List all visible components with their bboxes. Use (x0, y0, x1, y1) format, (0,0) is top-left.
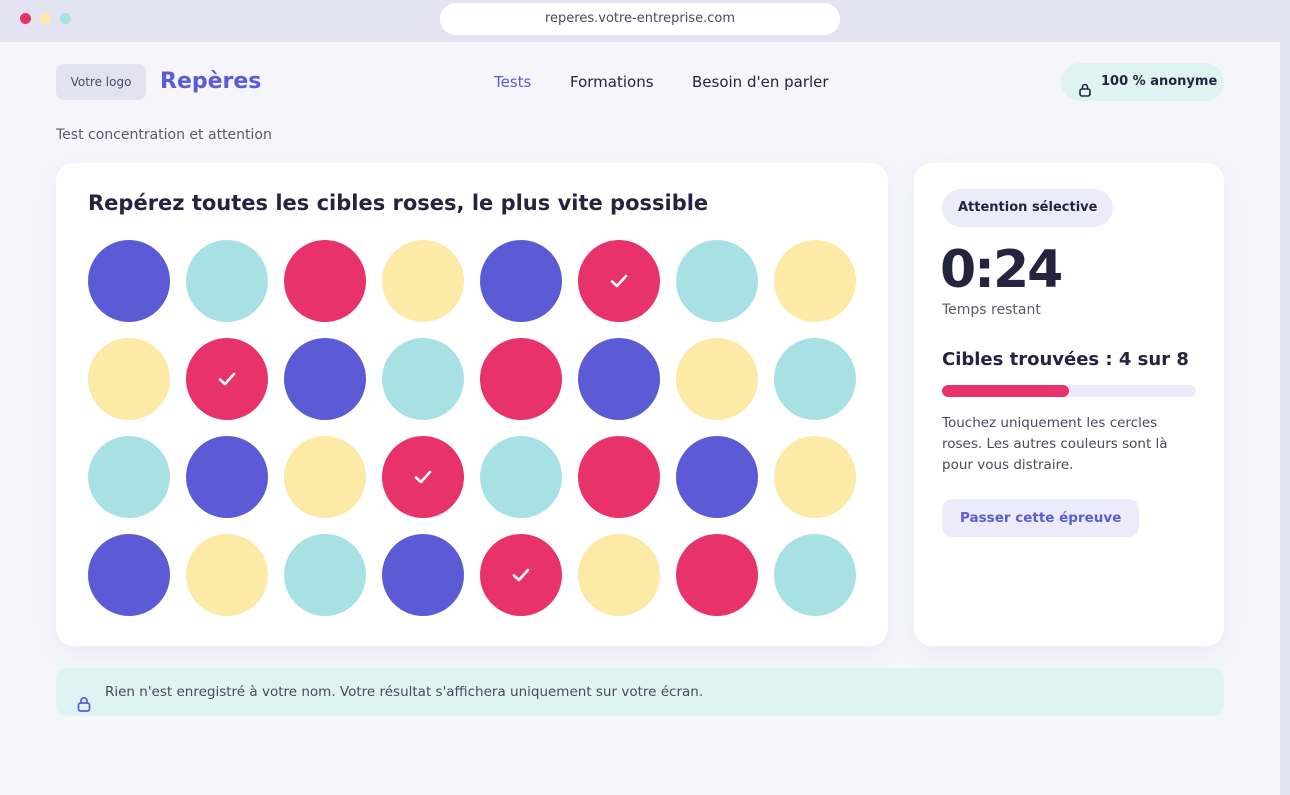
nav-formations[interactable]: Formations (570, 72, 654, 92)
progress-bar (942, 385, 1196, 397)
minimize-window-dot[interactable] (40, 13, 51, 24)
page-subtitle: Test concentration et attention (56, 127, 272, 143)
target-circle-indigo[interactable] (186, 436, 268, 518)
target-circle-yellow[interactable] (382, 240, 464, 322)
target-circle-teal[interactable] (676, 240, 758, 322)
target-circle-indigo[interactable] (284, 338, 366, 420)
target-circle-yellow[interactable] (774, 240, 856, 322)
target-circle-pink-found[interactable] (578, 240, 660, 322)
targets-found-count: Cibles trouvées : 4 sur 8 (942, 349, 1189, 370)
progress-bar-fill (942, 385, 1069, 397)
target-circle-indigo[interactable] (676, 436, 758, 518)
target-circle-yellow[interactable] (88, 338, 170, 420)
privacy-note: Rien n'est enregistré à votre nom. Votre… (56, 668, 1224, 716)
check-icon (218, 372, 236, 386)
target-circle-teal[interactable] (186, 240, 268, 322)
target-circle-indigo[interactable] (382, 534, 464, 616)
target-circle-pink-found[interactable] (186, 338, 268, 420)
target-circle-indigo[interactable] (88, 534, 170, 616)
nav-tests[interactable]: Tests (494, 72, 531, 92)
instructions-text: Touchez uniquement les cercles roses. Le… (942, 415, 1168, 473)
address-bar[interactable]: reperes.votre-entreprise.com (440, 3, 840, 35)
check-icon (610, 274, 628, 288)
logo-placeholder: Votre logo (56, 64, 146, 100)
anonymous-badge-label: 100 % anonyme (1101, 74, 1218, 89)
target-circle-teal[interactable] (774, 534, 856, 616)
target-circle-pink[interactable] (676, 534, 758, 616)
check-icon (512, 568, 530, 582)
target-circle-teal[interactable] (88, 436, 170, 518)
timer-label: Temps restant (942, 302, 1041, 318)
target-circle-pink-found[interactable] (382, 436, 464, 518)
target-circle-yellow[interactable] (186, 534, 268, 616)
close-window-dot[interactable] (20, 13, 31, 24)
privacy-note-text: Rien n'est enregistré à votre nom. Votre… (105, 684, 704, 700)
target-circle-yellow[interactable] (676, 338, 758, 420)
status-card: Attention sélective 0:24 Temps restant C… (914, 163, 1224, 646)
target-circle-teal[interactable] (480, 436, 562, 518)
target-circle-indigo[interactable] (88, 240, 170, 322)
browser-window: reperes.votre-entreprise.com Votre logo … (0, 0, 1280, 795)
test-type-tag: Attention sélective (942, 189, 1114, 227)
check-icon (414, 470, 432, 484)
timer-value: 0:24 (940, 240, 1063, 300)
game-title: Repérez toutes les cibles roses, le plus… (88, 191, 709, 215)
target-circle-indigo[interactable] (578, 338, 660, 420)
target-circle-pink[interactable] (578, 436, 660, 518)
nav-besoin-d-en-parler[interactable]: Besoin d'en parler (692, 72, 829, 92)
target-circle-pink[interactable] (284, 240, 366, 322)
skip-test-button[interactable]: Passer cette épreuve (942, 499, 1140, 537)
game-card: Repérez toutes les cibles roses, le plus… (56, 163, 888, 646)
target-circle-yellow[interactable] (284, 436, 366, 518)
target-circle-yellow[interactable] (774, 436, 856, 518)
anonymous-badge: 100 % anonyme (1061, 63, 1224, 101)
target-circle-teal[interactable] (774, 338, 856, 420)
target-circle-teal[interactable] (382, 338, 464, 420)
target-circle-yellow[interactable] (578, 534, 660, 616)
browser-titlebar: reperes.votre-entreprise.com (0, 0, 1280, 42)
lock-icon (77, 684, 91, 732)
maximize-window-dot[interactable] (60, 13, 71, 24)
target-circle-pink-found[interactable] (480, 534, 562, 616)
target-circle-indigo[interactable] (480, 240, 562, 322)
target-circle-teal[interactable] (284, 534, 366, 616)
target-circle-pink[interactable] (480, 338, 562, 420)
lock-icon (1079, 75, 1091, 113)
brand-name[interactable]: Repères (160, 66, 261, 98)
